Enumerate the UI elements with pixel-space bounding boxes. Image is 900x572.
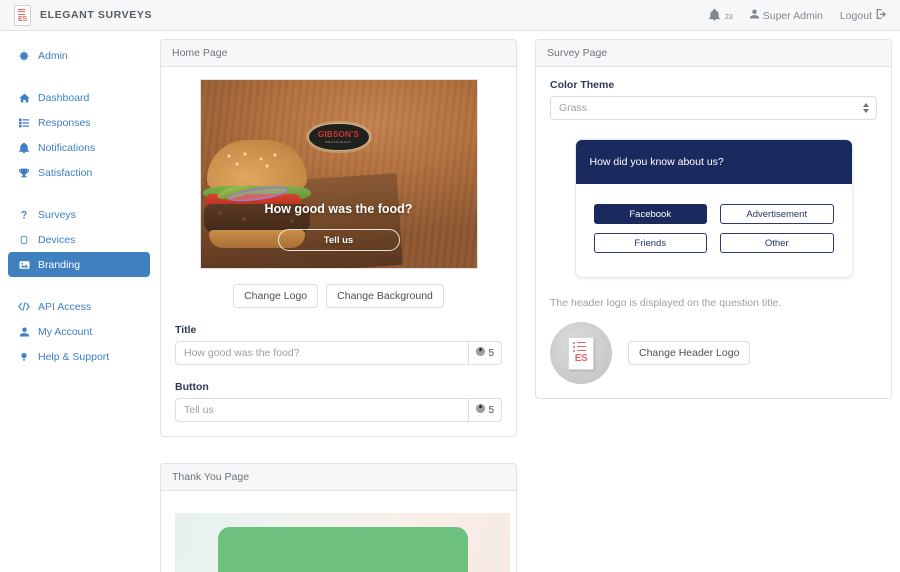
thank-you-page-card: Thank You Page ES [160,463,517,572]
change-background-button[interactable]: Change Background [326,284,444,308]
user-name: Super Admin [762,9,823,22]
survey-page-card-title: Survey Page [536,40,891,67]
lightbulb-icon [18,352,30,362]
sidebar: Admin Dashboard Responses Notifications [0,31,158,572]
image-icon [18,260,30,270]
sidebar-item-label: Satisfaction [38,166,93,179]
globe-icon [476,347,486,359]
document-es-logo-icon: ES [14,4,31,26]
thank-you-page-card-title: Thank You Page [161,464,516,491]
survey-answer-option[interactable]: Advertisement [720,204,834,224]
home-page-preview: GIBSON'S RESTAURANT How good was the foo… [199,79,478,269]
list-icon [18,118,30,128]
logout-label: Logout [839,9,872,22]
notifications-button[interactable]: 23 [708,9,733,21]
sidebar-item-notifications[interactable]: Notifications [8,135,150,160]
title-field-label: Title [175,324,197,336]
gibsons-logo-text: GIBSON'S [317,130,360,139]
sidebar-item-devices[interactable]: Devices [8,227,150,252]
brand[interactable]: ES ELEGANT SURVEYS [14,4,153,26]
user-icon [749,9,759,22]
button-language-count: 5 [488,404,494,416]
sidebar-item-my-account[interactable]: My Account [8,319,150,344]
user-icon [18,327,30,337]
survey-answer-option[interactable]: Other [720,233,834,253]
title-language-addon[interactable]: 5 [468,341,502,365]
logout-button[interactable]: Logout [839,8,886,22]
bell-icon [708,9,720,21]
sidebar-item-label: Surveys [38,208,76,221]
gear-icon [18,51,30,61]
survey-answer-option[interactable]: Facebook [593,204,707,224]
title-input[interactable] [175,341,469,365]
sidebar-item-label: Branding [38,258,81,271]
sidebar-item-responses[interactable]: Responses [8,110,150,135]
sidebar-item-label: Notifications [38,141,96,154]
notification-count-badge: 23 [724,14,733,21]
color-theme-label: Color Theme [550,79,615,91]
code-icon [18,302,30,311]
trophy-icon [18,168,30,178]
survey-preview: How did you know about us? Facebook Adve… [574,139,853,278]
sidebar-item-branding[interactable]: Branding [8,252,150,277]
color-theme-value: Grass [559,102,588,114]
preview-title-text: How good was the food? [264,202,413,216]
survey-page-card: Survey Page Color Theme Grass How did yo… [535,39,892,399]
button-field-label: Button [175,381,209,393]
sidebar-item-label: Help & Support [38,350,110,363]
spinner-arrows-icon [863,103,869,113]
home-page-card: Home Page GIBSON'S RESTAURANT How good w… [160,39,517,437]
sidebar-item-surveys[interactable]: Surveys [8,202,150,227]
question-icon [18,210,30,220]
sign-out-icon [876,8,886,22]
survey-answer-option[interactable]: Friends [593,233,707,253]
sidebar-item-label: API Access [38,300,92,313]
sidebar-item-admin[interactable]: Admin [8,43,150,68]
brand-name: ELEGANT SURVEYS [40,9,153,21]
bell-icon [18,142,30,153]
user-menu[interactable]: Super Admin [749,9,823,22]
thank-you-page-preview: ES Thank you for your time. elegantsurve… [175,513,510,572]
home-page-card-title: Home Page [161,40,516,67]
sidebar-item-label: Admin [38,49,68,62]
color-theme-select[interactable]: Grass [550,96,877,120]
sidebar-item-dashboard[interactable]: Dashboard [8,85,150,110]
thank-you-green-card [218,527,468,572]
header-logo-hint: The header logo is displayed on the ques… [550,297,782,309]
survey-question-header: How did you know about us? [575,140,852,184]
header-logo-avatar: ES [550,322,612,384]
button-input[interactable] [175,398,469,422]
sidebar-item-label: Responses [38,116,91,129]
sidebar-item-satisfaction[interactable]: Satisfaction [8,160,150,185]
button-language-addon[interactable]: 5 [468,398,502,422]
sidebar-item-api-access[interactable]: API Access [8,294,150,319]
document-es-logo-icon: ES [568,336,594,370]
home-icon [18,93,30,103]
tablet-icon [18,235,30,245]
title-language-count: 5 [488,347,494,359]
gibsons-logo-icon: GIBSON'S RESTAURANT [307,123,370,151]
top-bar: ES ELEGANT SURVEYS 23 Super Admin Logout [0,0,900,31]
sidebar-item-label: Devices [38,233,76,246]
sidebar-item-help-support[interactable]: Help & Support [8,344,150,369]
main-content: Home Page GIBSON'S RESTAURANT How good w… [158,31,900,572]
gibsons-logo-subtext: RESTAURANT [325,140,352,144]
preview-tell-us-button[interactable]: Tell us [277,229,400,251]
change-logo-button[interactable]: Change Logo [233,284,319,308]
sidebar-item-label: My Account [38,325,93,338]
globe-icon [476,404,486,416]
change-header-logo-button[interactable]: Change Header Logo [628,341,751,365]
sidebar-item-label: Dashboard [38,91,90,104]
